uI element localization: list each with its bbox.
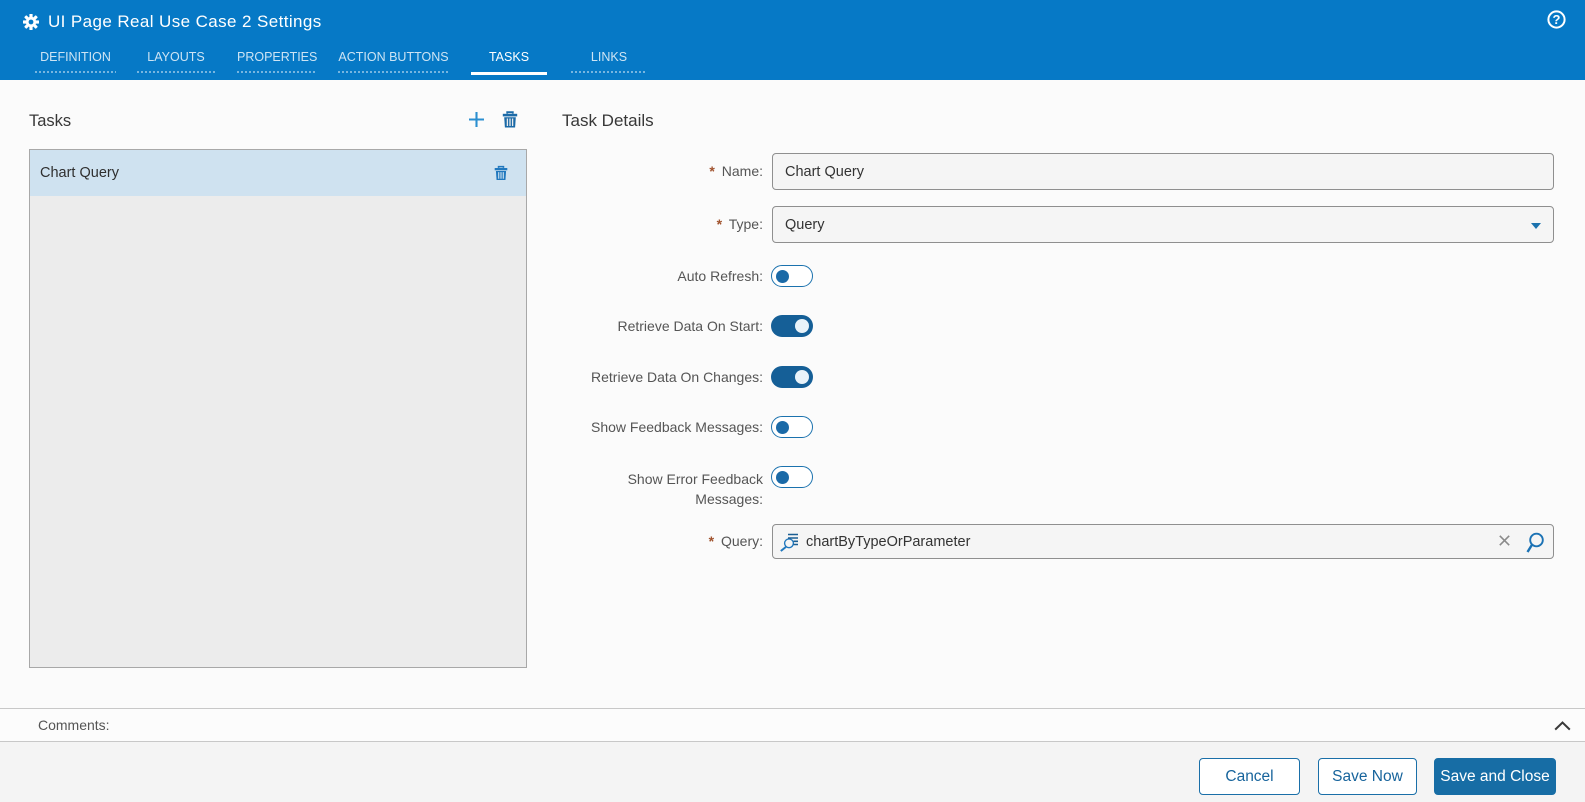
svg-text:?: ? (1553, 12, 1561, 27)
